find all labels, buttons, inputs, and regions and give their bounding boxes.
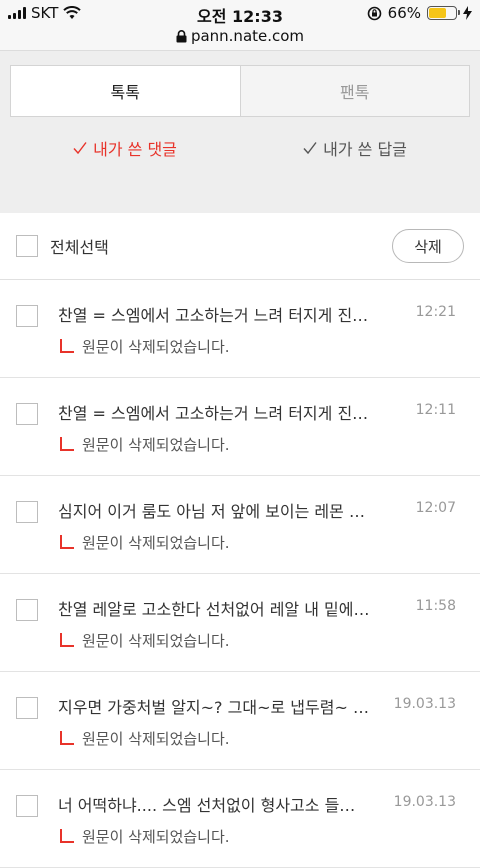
comment-time: 12:21: [415, 304, 456, 320]
comment-text[interactable]: 찬열 = 스엠에서 고소하는거 느려 터지게 진행되는: [58, 302, 370, 326]
battery-icon: [427, 6, 460, 20]
list-item[interactable]: 찬열 = 스엠에서 고소하는거 느려 터지게 진행되는 12:11 원문이 삭제…: [0, 378, 480, 476]
reply-arrow-icon: [60, 338, 74, 353]
list-item[interactable]: 심지어 이거 룸도 아님 저 앞에 보이는 레몬 가득 12:07 원문이 삭제…: [0, 476, 480, 574]
lock-icon: [176, 30, 187, 43]
subtab-my-comments-label: 내가 쓴 댓글: [93, 140, 177, 159]
status-right: 66%: [367, 4, 472, 22]
url-bar[interactable]: pann.nate.com: [0, 26, 480, 51]
check-icon: [303, 142, 317, 155]
comment-time: 11:58: [415, 598, 456, 614]
reply-arrow-icon: [60, 632, 74, 647]
charging-icon: [463, 6, 472, 20]
item-checkbox[interactable]: [16, 305, 38, 327]
reply-text: 원문이 삭제되었습니다.: [82, 730, 230, 748]
list-item[interactable]: 지우면 가중처벌 알지~? 그대~로 냅두렴~ 아 그리고 19.03.13 원…: [0, 672, 480, 770]
reply-line: 원문이 삭제되었습니다.: [60, 728, 230, 749]
comment-text[interactable]: 찬열 = 스엠에서 고소하는거 느려 터지게 진행되는: [58, 400, 370, 424]
battery-percent: 66%: [387, 4, 421, 22]
reply-text: 원문이 삭제되었습니다.: [82, 338, 230, 356]
subtab-my-comments[interactable]: 내가 쓴 댓글: [10, 136, 240, 160]
select-all-checkbox[interactable]: [16, 235, 38, 257]
reply-line: 원문이 삭제되었습니다.: [60, 434, 230, 455]
select-all-row: 전체선택 삭제: [0, 213, 480, 280]
reply-arrow-icon: [60, 436, 74, 451]
reply-arrow-icon: [60, 730, 74, 745]
reply-text: 원문이 삭제되었습니다.: [82, 534, 230, 552]
battery-level: [429, 8, 446, 18]
reply-line: 원문이 삭제되었습니다.: [60, 336, 230, 357]
reply-line: 원문이 삭제되었습니다.: [60, 630, 230, 651]
tab-fantok[interactable]: 팬톡: [241, 66, 470, 116]
comment-text[interactable]: 찬열 레알로 고소한다 선처없어 레알 내 밑에 달린: [58, 596, 370, 620]
select-all-label: 전체선택: [50, 238, 109, 257]
tab-toktok[interactable]: 톡톡: [11, 66, 241, 116]
item-checkbox[interactable]: [16, 599, 38, 621]
subtab-my-replies-label: 내가 쓴 답글: [323, 140, 407, 159]
reply-line: 원문이 삭제되었습니다.: [60, 826, 230, 847]
reply-arrow-icon: [60, 828, 74, 843]
subtab-bar: 내가 쓴 댓글 내가 쓴 답글: [10, 117, 470, 179]
reply-text: 원문이 삭제되었습니다.: [82, 436, 230, 454]
tab-bar: 톡톡 팬톡: [10, 65, 470, 117]
comment-text[interactable]: 지우면 가중처벌 알지~? 그대~로 냅두렴~ 아 그리고: [58, 694, 370, 718]
delete-button[interactable]: 삭제: [392, 229, 464, 263]
comment-time: 19.03.13: [393, 794, 456, 810]
item-checkbox[interactable]: [16, 795, 38, 817]
comment-time: 19.03.13: [393, 696, 456, 712]
orientation-lock-icon: [367, 6, 381, 20]
check-icon: [73, 142, 87, 155]
list-item[interactable]: 너 어떡하냐.... 스엠 선처없이 형사고소 들어간다던데 19.03.13 …: [0, 770, 480, 868]
list-item[interactable]: 찬열 레알로 고소한다 선처없어 레알 내 밑에 달린 11:58 원문이 삭제…: [0, 574, 480, 672]
status-bar: SKT 오전 12:33 66%: [0, 0, 480, 26]
list-item[interactable]: 찬열 = 스엠에서 고소하는거 느려 터지게 진행되는 12:21 원문이 삭제…: [0, 280, 480, 378]
comment-time: 12:07: [415, 500, 456, 516]
item-checkbox[interactable]: [16, 501, 38, 523]
comment-text[interactable]: 심지어 이거 룸도 아님 저 앞에 보이는 레몬 가득: [58, 498, 370, 522]
subtab-my-replies[interactable]: 내가 쓴 답글: [240, 136, 470, 160]
reply-arrow-icon: [60, 534, 74, 549]
item-checkbox[interactable]: [16, 697, 38, 719]
item-checkbox[interactable]: [16, 403, 38, 425]
reply-line: 원문이 삭제되었습니다.: [60, 532, 230, 553]
url-text: pann.nate.com: [190, 27, 305, 45]
comment-time: 12:11: [415, 402, 456, 418]
reply-text: 원문이 삭제되었습니다.: [82, 632, 230, 650]
comment-text[interactable]: 너 어떡하냐.... 스엠 선처없이 형사고소 들어간다던데: [58, 792, 370, 816]
reply-text: 원문이 삭제되었습니다.: [82, 828, 230, 846]
comment-list: 찬열 = 스엠에서 고소하는거 느려 터지게 진행되는 12:21 원문이 삭제…: [0, 280, 480, 868]
tabs-area: 톡톡 팬톡 내가 쓴 댓글 내가 쓴 답글: [0, 51, 480, 213]
